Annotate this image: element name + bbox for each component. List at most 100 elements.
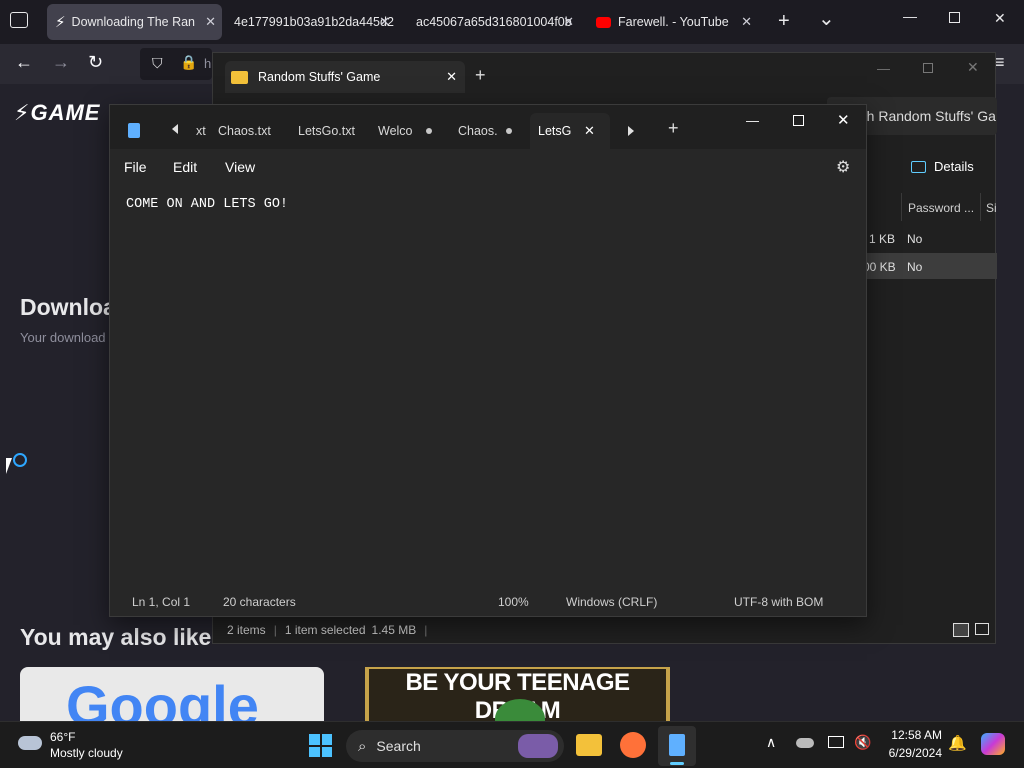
status-selection: 1 item selected	[284, 623, 366, 637]
file-password: No	[907, 260, 923, 274]
recommendation-thumbnail[interactable]: Google	[20, 667, 324, 723]
lightning-icon: ⚡	[55, 14, 66, 31]
maximize-icon[interactable]	[793, 115, 804, 126]
search-icon: ⌕	[358, 737, 367, 755]
display-icon[interactable]	[828, 736, 844, 748]
line-ending[interactable]: Windows (CRLF)	[566, 595, 657, 609]
unsaved-dot-icon	[426, 128, 432, 134]
new-tab-button[interactable]: +	[475, 65, 486, 86]
recommendation-thumbnail[interactable]: BE YOUR TEENAGE DREAM	[365, 667, 670, 723]
browser-tab-hash-1[interactable]: 4e177991b03a91b2da445d2 ✕	[226, 4, 396, 40]
browser-tab-hash-2[interactable]: ac45067a65d316801004f0b ✕	[408, 4, 580, 40]
explorer-tab-label: Random Stuffs' Game	[258, 70, 381, 84]
forward-icon[interactable]: →	[52, 52, 70, 73]
notepad-tab-strip: xt Chaos.txt LetsGo.txt Welco Chaos. Let…	[110, 105, 866, 149]
scroll-left-icon[interactable]	[172, 124, 178, 134]
weather-description: Mostly cloudy	[50, 746, 123, 760]
site-logo[interactable]: ⚡GAME	[14, 100, 100, 126]
windows-logo-pane	[309, 734, 320, 745]
status-divider: |	[273, 623, 277, 637]
notepad-tab-active[interactable]: LetsG ✕	[530, 113, 610, 149]
search-highlight-icon	[518, 734, 558, 758]
lock-icon: 🔒	[180, 54, 198, 70]
notepad-tab-label: Chaos.	[458, 124, 498, 138]
column-header-password[interactable]: Password ...	[901, 193, 979, 221]
file-password: No	[907, 232, 923, 246]
new-tab-button[interactable]: +	[668, 118, 679, 139]
download-subtitle: Your download	[20, 330, 106, 345]
copilot-icon[interactable]	[981, 733, 1005, 755]
firefox-taskbar-icon[interactable]	[620, 732, 646, 758]
browser-tab-label: 4e177991b03a91b2da445d2	[234, 15, 394, 29]
browser-tab-downloading[interactable]: ⚡ Downloading The Ran ✕	[47, 4, 222, 40]
notepad-tab-label: Welco	[378, 124, 413, 138]
close-icon[interactable]: ✕	[379, 14, 390, 30]
notepad-tab[interactable]: xt	[196, 113, 206, 149]
close-icon[interactable]: ✕	[994, 10, 1006, 27]
column-header-size[interactable]: Si	[980, 193, 997, 221]
notepad-tab[interactable]: Welco	[378, 113, 448, 149]
notepad-tab[interactable]: LetsGo.txt	[298, 113, 355, 149]
close-icon[interactable]: ✕	[563, 14, 574, 30]
details-view-icon[interactable]	[953, 623, 969, 637]
volume-mute-icon[interactable]: 🔇	[854, 734, 871, 751]
settings-gear-icon[interactable]: ⚙	[836, 157, 850, 177]
tiles-view-icon[interactable]	[975, 623, 989, 635]
file-explorer-taskbar-icon[interactable]	[576, 734, 602, 756]
show-hidden-icons-icon[interactable]: ∧	[766, 734, 776, 751]
notepad-text-area[interactable]: COME ON AND LETS GO!	[126, 197, 288, 212]
close-icon[interactable]: ✕	[837, 111, 850, 129]
start-button[interactable]	[309, 734, 332, 757]
taskbar-search-label: Search	[376, 738, 421, 754]
details-pane-label: Details	[934, 159, 974, 174]
encoding[interactable]: UTF-8 with BOM	[734, 595, 823, 609]
minimize-icon[interactable]: —	[903, 8, 917, 24]
close-icon[interactable]: ✕	[446, 69, 457, 85]
notepad-tab-label: LetsG	[538, 124, 572, 138]
reload-icon[interactable]: ↻	[88, 52, 103, 73]
tab-overview-icon[interactable]	[10, 12, 28, 28]
notification-bell-icon[interactable]: 🔔	[948, 734, 967, 752]
restore-icon[interactable]	[949, 12, 960, 23]
character-count: 20 characters	[223, 595, 296, 609]
close-icon[interactable]: ✕	[741, 14, 752, 30]
details-pane-button[interactable]: Details	[911, 159, 974, 174]
tab-list-button[interactable]: ⌄	[818, 6, 835, 31]
browser-tab-youtube[interactable]: Farewell. - YouTube ✕	[588, 4, 758, 40]
address-bar[interactable]: ⛉ 🔒 h	[140, 48, 212, 80]
new-tab-button[interactable]: +	[778, 10, 790, 33]
minimize-icon[interactable]: —	[877, 61, 890, 76]
notepad-tab[interactable]: Chaos.	[458, 113, 528, 149]
menu-view[interactable]: View	[225, 159, 255, 175]
minimize-icon[interactable]: —	[746, 113, 759, 128]
close-icon[interactable]: ✕	[205, 14, 216, 30]
taskbar-search[interactable]: ⌕ Search	[346, 730, 564, 762]
browser-tab-label: Downloading The Ran	[71, 15, 196, 29]
mouse-cursor-icon	[6, 458, 12, 474]
notepad-taskbar-icon[interactable]	[658, 726, 696, 766]
file-row-selected[interactable]: 00 KB No	[863, 253, 997, 279]
back-icon[interactable]: ←	[15, 52, 33, 73]
menu-file[interactable]: File	[124, 159, 147, 175]
close-icon[interactable]: ✕	[967, 59, 979, 76]
scroll-right-icon[interactable]	[628, 126, 634, 136]
site-logo-text: GAME	[30, 100, 101, 125]
zoom-level[interactable]: 100%	[498, 595, 529, 609]
menu-edit[interactable]: Edit	[173, 159, 197, 175]
unsaved-dot-icon	[506, 128, 512, 134]
maximize-icon[interactable]	[923, 63, 933, 73]
explorer-tab[interactable]: Random Stuffs' Game ✕	[225, 61, 465, 93]
shield-icon: ⛉	[152, 55, 163, 71]
status-item-count: 2 items	[227, 623, 266, 637]
windows-logo-pane	[321, 734, 332, 745]
weather-widget[interactable]: 66°F Mostly cloudy	[16, 728, 146, 762]
file-row[interactable]: 1 KB No	[867, 225, 997, 251]
close-icon[interactable]: ✕	[584, 123, 595, 139]
clock[interactable]: 12:58 AM 6/29/2024	[880, 728, 942, 760]
lightning-icon: ⚡	[14, 100, 31, 125]
notepad-tab-label: Chaos.txt	[218, 124, 271, 138]
browser-tab-label: ac45067a65d316801004f0b	[416, 15, 572, 29]
file-size: 1 KB	[869, 232, 896, 246]
onedrive-icon[interactable]	[796, 738, 814, 748]
notepad-tab[interactable]: Chaos.txt	[218, 113, 271, 149]
